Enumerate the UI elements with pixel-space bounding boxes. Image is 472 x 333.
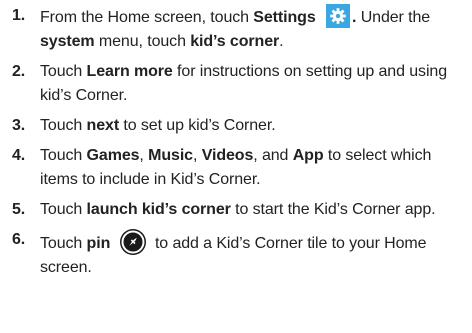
step-number: 6. [12, 231, 26, 248]
step-6: 6. Touch pin to add a Kid’s Corner tile … [8, 228, 462, 280]
step-bold-text: Games [86, 147, 140, 164]
step-bold-text: pin [86, 235, 111, 252]
step-text: to set up kid’s Corner. [119, 117, 276, 134]
step-text: , and [253, 147, 293, 164]
step-text: , [139, 147, 149, 164]
settings-gear-icon [325, 4, 350, 28]
step-bold-text: Videos [201, 147, 254, 164]
step-bold-text: system [40, 33, 95, 50]
step-text: Touch [40, 63, 87, 80]
step-number: 5. [12, 201, 26, 218]
step-1: 1. From the Home screen, touch Settings [8, 4, 462, 54]
step-bold-text: kid’s corner [190, 33, 280, 50]
step-bold-text: launch kid’s corner [86, 201, 231, 218]
pin-icon [119, 228, 147, 256]
step-bold-text: Settings [253, 9, 316, 26]
step-2: 2. Touch Learn more for instructions on … [8, 60, 462, 108]
step-text: Touch [40, 117, 87, 134]
steps-list: 1. From the Home screen, touch Settings [8, 4, 462, 280]
step-text: Touch [40, 201, 87, 218]
step-text: From the Home screen, touch [40, 9, 254, 26]
step-bold-text: App [292, 147, 324, 164]
step-number: 2. [12, 63, 26, 80]
step-text: menu, touch [94, 33, 191, 50]
instruction-document: 1. From the Home screen, touch Settings [0, 0, 472, 333]
step-4: 4. Touch Games, Music, Videos, and App t… [8, 144, 462, 192]
step-number: 3. [12, 117, 26, 134]
step-text: Touch [40, 147, 87, 164]
step-text: , [192, 147, 202, 164]
step-text: Touch [40, 235, 87, 252]
step-bold-text: next [86, 117, 120, 134]
step-text: Under the [356, 9, 431, 26]
step-number: 1. [12, 7, 26, 24]
step-number: 4. [12, 147, 26, 164]
step-5: 5. Touch launch kid’s corner to start th… [8, 198, 462, 222]
step-3: 3. Touch next to set up kid’s Corner. [8, 114, 462, 138]
step-bold-text: Music [148, 147, 193, 164]
step-text: to start the Kid’s Corner app. [230, 201, 436, 218]
step-text: . [279, 33, 284, 50]
step-bold-text: Learn more [86, 63, 173, 80]
